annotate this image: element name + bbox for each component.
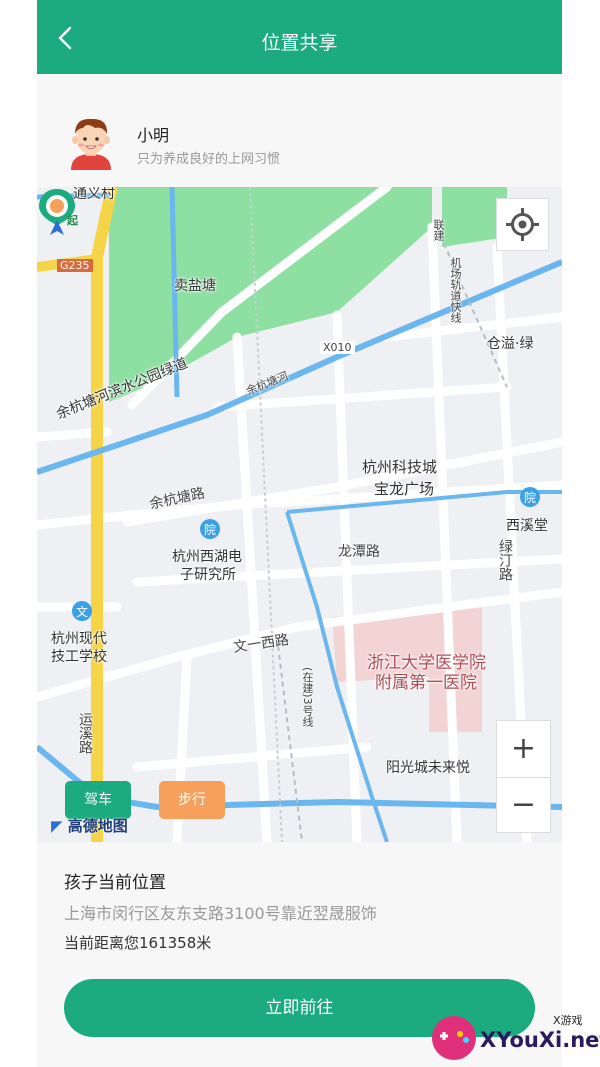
map-view[interactable]: 院 文 院 通义村 G235 卖盐塘 X010 联建 机场轨道快线 余杭塘河 余… [37, 187, 562, 842]
top-bar: 位置共享 [37, 0, 562, 74]
map-label-g235: G235 [57, 259, 93, 272]
zoom-out-button[interactable]: − [497, 777, 550, 833]
map-label-longtan: 龙潭路 [338, 544, 380, 560]
svg-text:院: 院 [204, 523, 216, 537]
poi-icon-school: 文 [72, 601, 92, 621]
location-pin-marker[interactable]: 起 [37, 187, 87, 239]
location-title: 孩子当前位置 [64, 873, 166, 893]
map-canvas: 院 文 院 [37, 187, 562, 842]
zoom-in-button[interactable]: + [497, 721, 550, 778]
zoom-control: + − [496, 720, 551, 833]
map-label-lianjie: 联建 [432, 219, 445, 241]
location-address: 上海市闵行区友东支路3100号靠近翌晟服饰 [64, 904, 377, 923]
start-label: 起 [66, 213, 79, 227]
avatar [71, 118, 111, 170]
map-label-maiyantang: 卖盐塘 [174, 278, 216, 294]
crosshair-icon [506, 208, 539, 241]
user-card: 小明 只为养成良好的上网习惯 [37, 74, 562, 187]
poi-icon-xiqitang: 院 [520, 487, 540, 507]
gamepad-logo-icon [432, 1016, 476, 1060]
map-label-zheda-2: 附属第一医院 [375, 673, 477, 693]
map-label-jianshe: (在建)3号线 [301, 667, 314, 727]
map-label-xiqitang: 西溪堂 [506, 518, 548, 534]
locate-button[interactable] [496, 198, 549, 251]
map-logo: ◤ 高德地图 [51, 815, 128, 836]
walk-mode-button[interactable]: 步行 [159, 781, 225, 819]
svg-text:文: 文 [76, 604, 88, 619]
phone-screen: 位置共享 小明 只为养成良好的上网习惯 院 文 院 通义村 G235 卖盐塘 X… [37, 0, 562, 1067]
poi-icon-hospital-small: 院 [200, 519, 220, 539]
drive-mode-button[interactable]: 驾车 [65, 781, 131, 819]
map-label-jichang: 机场轨道快线 [449, 257, 462, 323]
user-name: 小明 [137, 126, 170, 145]
map-label-xiandai-2: 技工学校 [51, 649, 107, 665]
user-motto: 只为养成良好的上网习惯 [137, 152, 281, 167]
map-label-xihu-dianzi-1: 杭州西湖电 [172, 549, 242, 565]
map-label-keji: 杭州科技城 [362, 458, 438, 476]
map-label-lvting: 绿汀路 [497, 539, 513, 581]
svg-text:院: 院 [524, 491, 536, 505]
map-label-xihu-dianzi-2: 子研究所 [180, 567, 236, 583]
map-label-xiandai-1: 杭州现代 [51, 631, 107, 647]
map-label-yunxi: 运溪路 [77, 712, 93, 754]
map-label-baolong: 宝龙广场 [374, 480, 435, 498]
watermark: X游戏 XYouXi.net [428, 1010, 600, 1064]
map-label-yangguang: 阳光城未来悦 [386, 760, 470, 776]
watermark-small-text: X游戏 [553, 1014, 583, 1027]
map-label-x010: X010 [320, 341, 355, 354]
map-logo-text: 高德地图 [67, 817, 128, 835]
navigation-arrow-icon: ◤ [51, 817, 63, 835]
page-title: 位置共享 [261, 32, 338, 54]
watermark-text: XYouXi.net [480, 1028, 600, 1052]
location-distance: 当前距离您161358米 [64, 934, 212, 952]
map-label-cangyi: 仓溢·绿 [487, 336, 534, 352]
